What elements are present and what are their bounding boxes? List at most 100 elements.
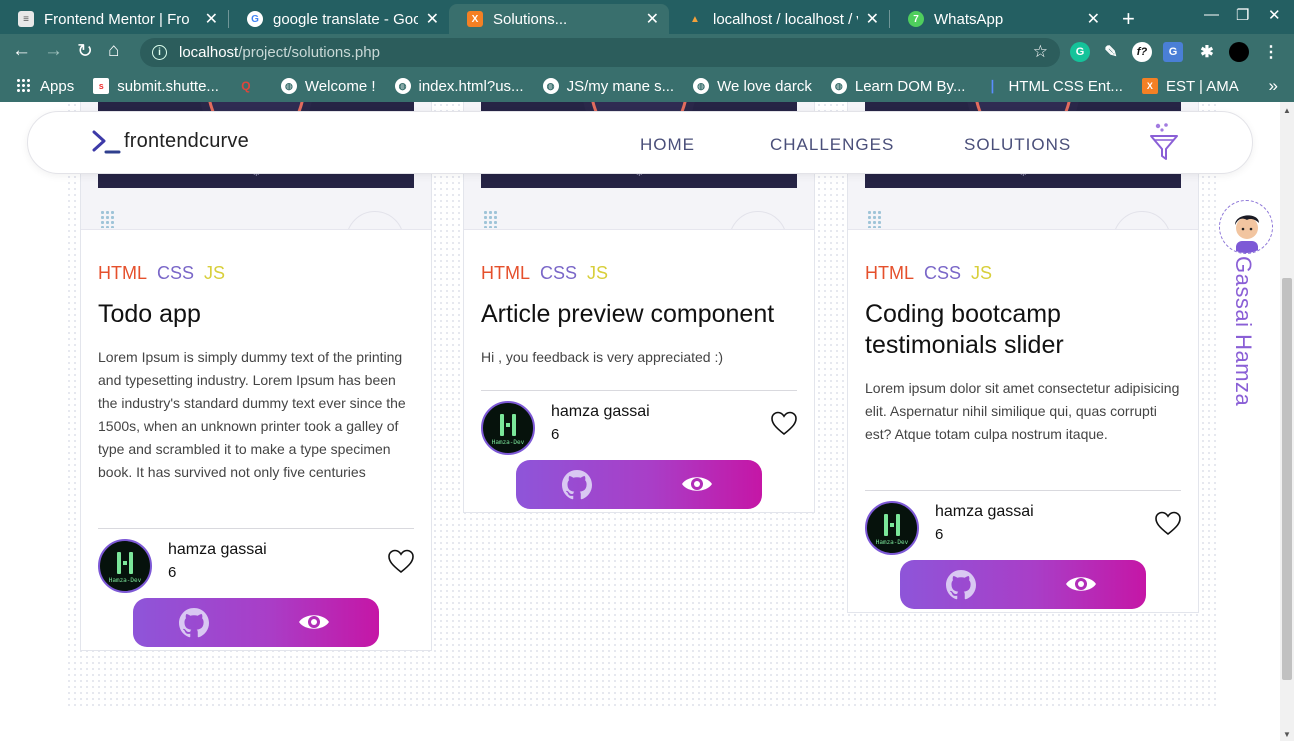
like-count: 6 (551, 426, 560, 443)
decorative-circle (729, 211, 787, 229)
profile-name[interactable]: Gassai Hamza (1230, 256, 1256, 406)
globe-icon: ◍ (280, 78, 297, 94)
profile-avatar[interactable] (1219, 200, 1273, 254)
author-avatar: Hamza-Dev (481, 401, 535, 455)
author-avatar: Hamza-Dev (865, 501, 919, 555)
browser-tab-google-translate[interactable]: G google translate - Goo ✕ (229, 4, 449, 34)
forward-icon[interactable]: → (44, 40, 63, 62)
github-icon[interactable] (946, 570, 976, 600)
tag-js: JS (971, 263, 993, 283)
author-avatar: Hamza-Dev (98, 539, 152, 593)
page-scrollbar[interactable]: ▲ ▼ (1280, 102, 1294, 741)
card-description: Lorem Ipsum is simply dummy text of the … (98, 349, 406, 480)
bookmark-est-ama[interactable]: X EST | AMA (1141, 78, 1239, 95)
bookmark-we-love-darck[interactable]: ◍ We love darck (693, 78, 812, 95)
pen-extension-icon[interactable]: ✎ (1101, 42, 1121, 62)
browser-tab-phpmyadmin[interactable]: ▲ localhost / localhost / v ✕ (669, 4, 889, 34)
solution-card: ✲ HTML CSS JS Todo app Lorem Ipsum is si… (80, 102, 432, 651)
new-tab-icon[interactable]: + (1122, 6, 1135, 32)
card-title: Todo app (98, 300, 201, 328)
site-info-icon[interactable]: i (152, 45, 167, 60)
tech-tags: HTML CSS JS (481, 263, 608, 284)
like-count: 6 (168, 564, 177, 581)
restore-icon[interactable]: ❐ (1236, 6, 1249, 24)
browser-tab-frontend-mentor[interactable]: ≡ Frontend Mentor | Fro ✕ (0, 4, 228, 34)
logo-text[interactable]: frontendcurve (124, 130, 249, 153)
card-action-bar (516, 460, 762, 509)
bookmark-learn-dom[interactable]: ◍ Learn DOM By... (830, 78, 965, 95)
minimize-icon[interactable]: — (1204, 6, 1219, 23)
tech-tags: HTML CSS JS (98, 263, 225, 284)
solution-card: ✲ HTML CSS JS Coding bootcamp testimonia… (847, 102, 1199, 613)
more-bookmarks-icon[interactable]: » (1269, 76, 1278, 96)
browser-toolbar: ← → ↻ ⌂ i localhost/project/solutions.ph… (0, 34, 1294, 70)
close-tab-icon[interactable]: ✕ (426, 9, 439, 29)
heart-icon[interactable] (1154, 510, 1182, 536)
terminal-logo-icon[interactable] (92, 129, 124, 155)
card-action-bar (900, 560, 1146, 609)
bookmark-star-icon[interactable]: ☆ (1033, 42, 1048, 62)
heart-icon[interactable] (387, 548, 415, 574)
bookmark-welcome[interactable]: ◍ Welcome ! (280, 78, 376, 95)
whatsapp-icon: 7 (908, 11, 924, 27)
close-tab-icon[interactable]: ✕ (646, 9, 659, 29)
browser-tab-solutions[interactable]: X Solutions... ✕ (449, 4, 669, 34)
back-icon[interactable]: ← (12, 40, 31, 62)
home-icon[interactable]: ⌂ (108, 40, 119, 62)
apps-grid-icon (16, 78, 32, 94)
tag-html: HTML (865, 263, 914, 283)
bookmark-q[interactable]: Q (238, 78, 262, 94)
scroll-up-icon[interactable]: ▲ (1283, 106, 1291, 115)
tag-css: CSS (157, 263, 195, 283)
decorative-circle (1113, 211, 1171, 229)
heart-icon[interactable] (770, 410, 798, 436)
q-icon: Q (241, 79, 251, 93)
globe-icon: ◍ (693, 78, 710, 94)
close-tab-icon[interactable]: ✕ (866, 9, 879, 29)
tag-js: JS (204, 263, 226, 283)
eye-icon[interactable] (1064, 572, 1098, 596)
profile-icon[interactable] (1229, 42, 1249, 62)
tech-tags: HTML CSS JS (865, 263, 992, 284)
menu-kebab-icon[interactable]: ⋮ (1261, 42, 1281, 62)
user-avatar-icon (1235, 215, 1259, 253)
bookmark-html-css-ent[interactable]: ❘ HTML CSS Ent... (984, 78, 1123, 95)
address-bar[interactable]: i localhost/project/solutions.php ☆ (140, 38, 1060, 67)
tag-html: HTML (481, 263, 530, 283)
card-title: Article preview component (481, 300, 775, 328)
font-extension-icon[interactable]: f? (1132, 42, 1152, 62)
filter-funnel-icon[interactable] (1148, 122, 1180, 162)
bookmark-index-html[interactable]: ◍ index.html?us... (394, 78, 524, 95)
bookmark-shutterstock[interactable]: s submit.shutte... (93, 78, 219, 95)
bookmarks-bar: Apps s submit.shutte... Q ◍ Welcome ! ◍ … (0, 70, 1294, 102)
scroll-down-icon[interactable]: ▼ (1283, 730, 1291, 739)
close-tab-icon[interactable]: ✕ (205, 9, 218, 29)
github-icon[interactable] (179, 608, 209, 638)
tag-html: HTML (98, 263, 147, 283)
extensions-puzzle-icon[interactable]: ✱ (1197, 42, 1217, 62)
bookmark-js-mane[interactable]: ◍ JS/my mane s... (542, 78, 674, 95)
bookmark-icon: ❘ (987, 78, 998, 93)
eye-icon[interactable] (680, 472, 714, 496)
nav-challenges[interactable]: CHALLENGES (770, 135, 894, 155)
reload-icon[interactable]: ↻ (77, 40, 93, 63)
card-title: Coding bootcamp testimonials slider (865, 300, 1064, 359)
nav-home[interactable]: HOME (640, 135, 695, 155)
grammarly-icon[interactable]: G (1070, 42, 1090, 62)
decorative-circle (346, 211, 404, 229)
xampp-icon: X (467, 11, 483, 27)
drag-grip-icon (867, 210, 883, 228)
author-name: hamza gassai (168, 541, 267, 558)
eye-icon[interactable] (297, 610, 331, 634)
xampp-icon: X (1141, 78, 1158, 94)
translate-extension-icon[interactable]: G (1163, 42, 1183, 62)
bookmark-apps[interactable]: Apps (16, 78, 74, 95)
scrollbar-thumb[interactable] (1282, 278, 1292, 680)
globe-icon: ◍ (542, 78, 559, 94)
browser-tab-whatsapp[interactable]: 7 WhatsApp ✕ (890, 4, 1110, 34)
nav-solutions[interactable]: SOLUTIONS (964, 135, 1071, 155)
github-icon[interactable] (562, 470, 592, 500)
close-window-icon[interactable]: ✕ (1268, 6, 1281, 24)
globe-icon: ◍ (830, 78, 847, 94)
close-tab-icon[interactable]: ✕ (1087, 9, 1100, 29)
